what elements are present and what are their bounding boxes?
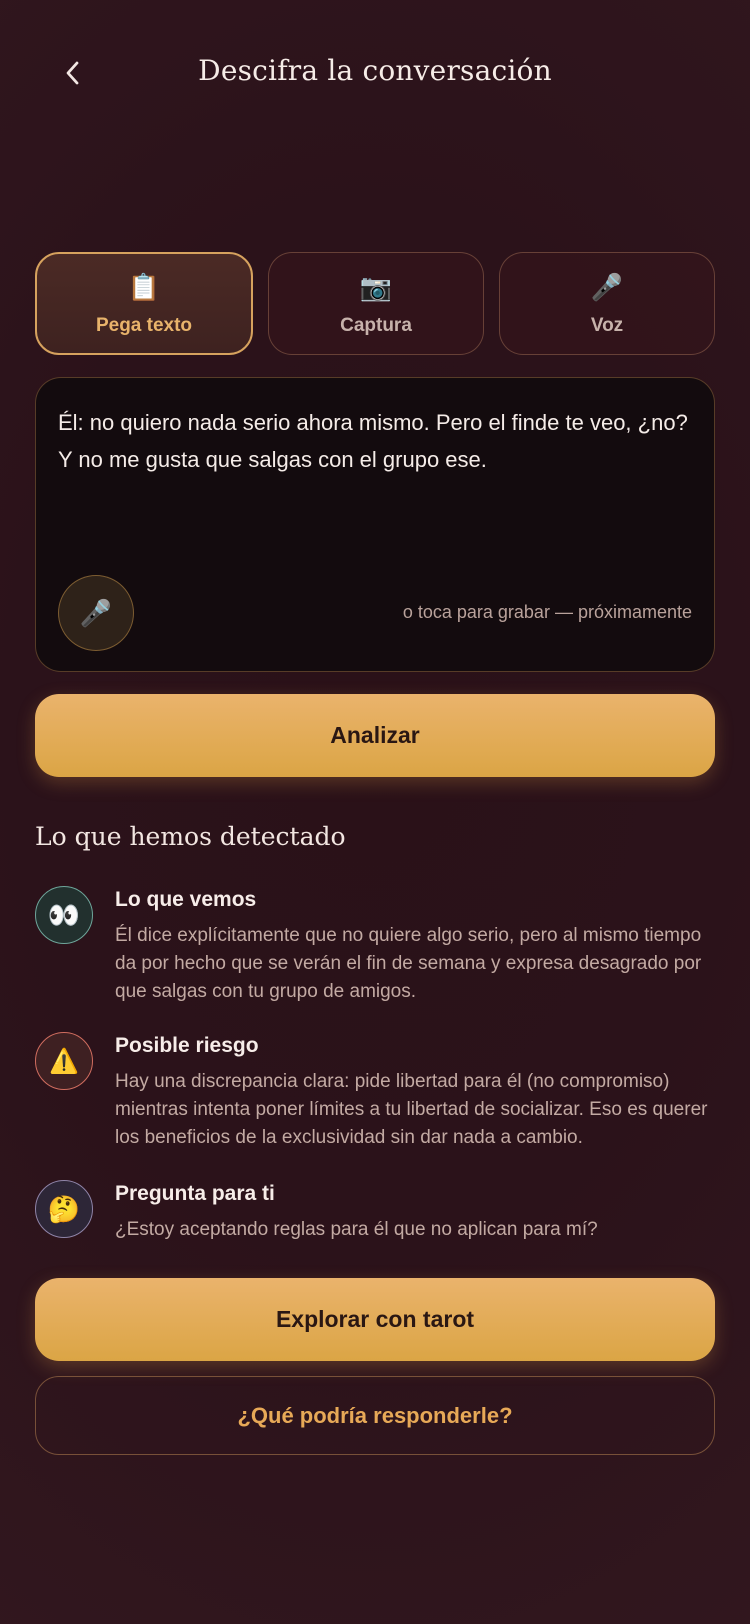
record-hint: o toca para grabar — próximamente [402,602,692,622]
tab-label: Voz [590,314,624,336]
header: Descifra la conversación [0,40,750,106]
finding-title: Pregunta para ti [115,1182,275,1205]
warning-icon: ⚠️ [35,1032,93,1090]
tab-paste-text[interactable]: 📋 Pega texto [35,252,253,355]
microphone-icon: 🎤 [590,271,624,302]
explore-tarot-button[interactable]: Explorar con tarot [35,1278,715,1361]
microphone-icon: 🎤 [79,597,113,628]
tab-label: Captura [340,314,412,336]
finding-title: Posible riesgo [115,1034,259,1057]
analyze-button[interactable]: Analizar [35,694,715,777]
tab-voice[interactable]: 🎤 Voz [499,252,715,355]
finding-title: Lo que vemos [115,888,257,911]
finding-text: Hay una discrepancia clara: pide liberta… [115,1071,708,1148]
camera-icon: 📷 [359,271,393,302]
input-mode-tabs: 📋 Pega texto 📷 Captura 🎤 Voz [35,252,715,355]
record-button[interactable]: 🎤 [58,575,134,651]
thinking-face-icon: 🤔 [35,1180,93,1238]
clipboard-icon: 📋 [127,271,161,302]
conversation-text[interactable]: Él: no quiero nada serio ahora mismo. Pe… [58,404,692,478]
finding-text: Él dice explícitamente que no quiere alg… [115,925,702,1002]
suggest-reply-button[interactable]: ¿Qué podría responderle? [35,1376,715,1455]
tab-label: Pega texto [95,314,193,336]
finding-text: ¿Estoy aceptando reglas para él que no a… [115,1219,598,1240]
detected-section-title: Lo que hemos detectado [35,822,346,851]
page-title: Descifra la conversación [198,54,552,87]
conversation-input[interactable]: Él: no quiero nada serio ahora mismo. Pe… [35,377,715,672]
tab-capture[interactable]: 📷 Captura [268,252,484,355]
eyes-icon: 👀 [35,886,93,944]
screen: Descifra la conversación 📋 Pega texto 📷 … [0,0,750,1624]
